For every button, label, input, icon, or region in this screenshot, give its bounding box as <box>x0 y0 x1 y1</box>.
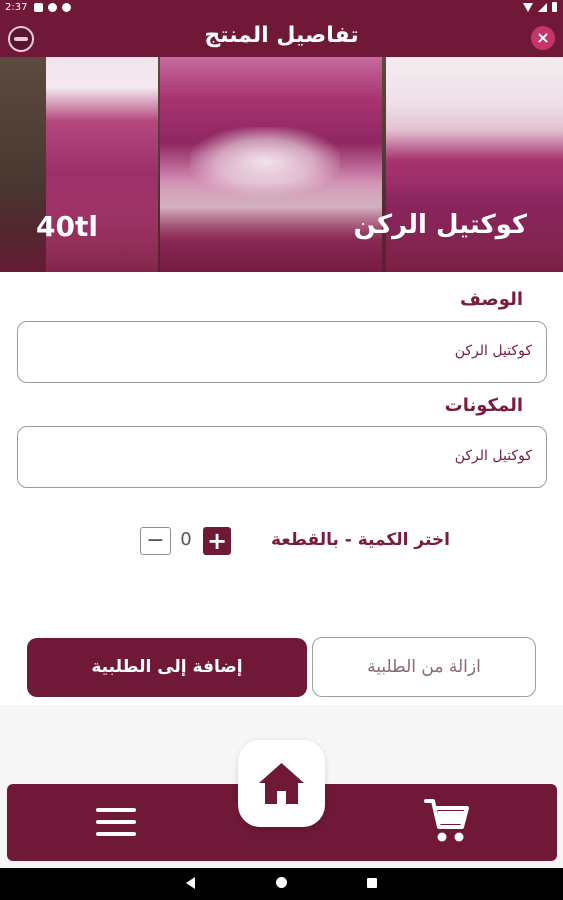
ingredients-field: كوكتيل الركن <box>17 426 547 488</box>
quantity-decrease-button[interactable]: − <box>140 527 171 555</box>
product-name: كوكتيل الركن <box>353 210 527 240</box>
remove-from-order-button[interactable]: ازالة من الطلبية <box>312 637 536 697</box>
plus-icon: + <box>206 527 228 555</box>
status-time: 2:37 <box>5 2 28 13</box>
signal-icon <box>538 2 547 12</box>
notification-icon <box>48 3 57 12</box>
home-circle-icon[interactable] <box>276 877 287 888</box>
close-icon: × <box>536 28 550 47</box>
minus-icon: − <box>146 528 165 553</box>
home-icon <box>259 763 304 804</box>
close-button[interactable]: × <box>531 26 555 50</box>
notification-icon <box>34 3 43 12</box>
notification-icons <box>34 3 71 12</box>
cart-icon <box>424 799 469 842</box>
cart-button[interactable] <box>424 795 470 845</box>
ingredients-value: كوكتيل الركن <box>454 448 532 464</box>
home-button[interactable] <box>238 740 325 827</box>
product-price: 40tl <box>36 210 98 243</box>
battery-icon <box>552 2 557 12</box>
recents-icon[interactable] <box>367 878 377 888</box>
quantity-value: 0 <box>180 529 192 550</box>
page-title: تفاصيل المنتج <box>204 23 359 48</box>
system-nav-bar <box>0 868 563 900</box>
description-value: كوكتيل الركن <box>454 343 532 359</box>
status-bar: 2:37 <box>0 0 563 17</box>
quantity-increase-button[interactable]: + <box>203 527 231 555</box>
description-label: الوصف <box>459 289 523 310</box>
menu-button[interactable] <box>96 805 136 839</box>
add-to-order-button[interactable]: إضافة إلى الطلبية <box>27 638 307 697</box>
ingredients-label: المكونات <box>444 395 523 416</box>
back-icon[interactable] <box>186 877 195 889</box>
notification-icon <box>62 3 71 12</box>
description-field: كوكتيل الركن <box>17 321 547 383</box>
product-image: 40tl كوكتيل الركن <box>0 57 563 272</box>
wifi-icon <box>523 2 533 12</box>
app-bar: تفاصيل المنتج × <box>0 17 563 57</box>
system-icons <box>523 2 557 12</box>
quantity-label: اختر الكمية - بالقطعة <box>271 530 450 550</box>
